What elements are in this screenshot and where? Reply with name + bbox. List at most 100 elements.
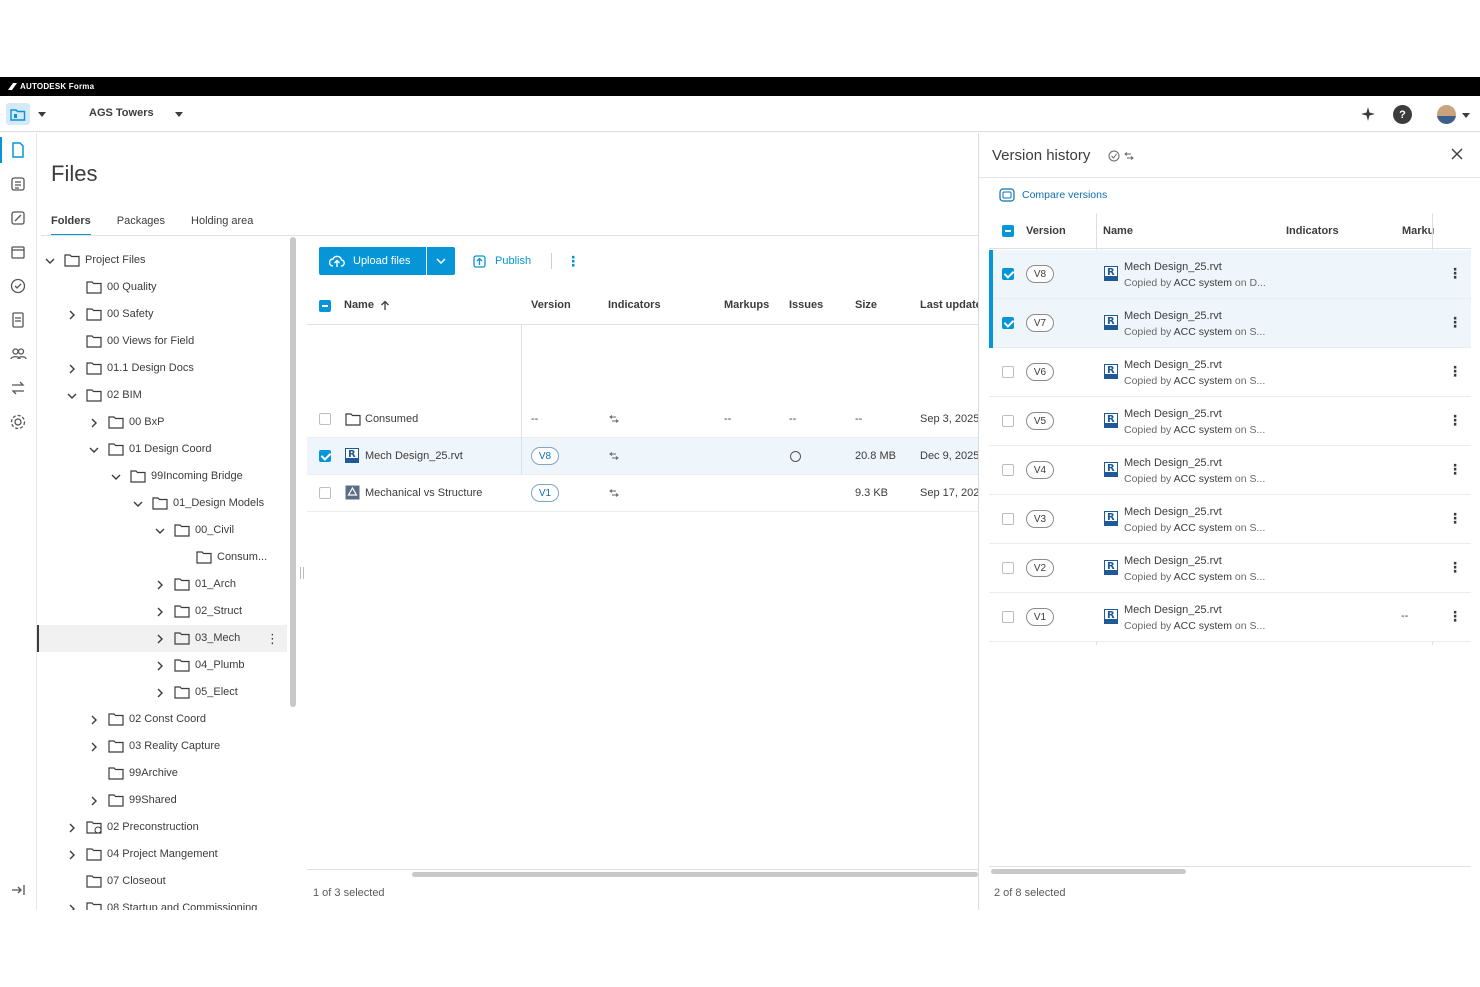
tree-item[interactable]: Project Files: [37, 247, 287, 274]
version-badge[interactable]: V4: [1026, 461, 1054, 479]
chevron-right-icon[interactable]: [154, 687, 166, 699]
version-badge[interactable]: V7: [1026, 314, 1054, 332]
version-file-name[interactable]: Mech Design_25.rvt: [1124, 506, 1222, 518]
version-more-icon[interactable]: ⋮: [1448, 265, 1462, 282]
tree-item[interactable]: 99Shared: [37, 787, 287, 814]
table-row[interactable]: R Mech Design_25.rvt V8 20.8 MB Dec 9, 2…: [307, 438, 979, 475]
chevron-right-icon[interactable]: [154, 633, 166, 645]
chevron-right-icon[interactable]: [88, 714, 100, 726]
project-selector[interactable]: AGS Towers: [89, 107, 154, 119]
version-row[interactable]: V6 R Mech Design_25.rvt Copied by ACC syste…: [989, 348, 1471, 397]
tab-folders[interactable]: Folders: [51, 215, 91, 236]
version-file-name[interactable]: Mech Design_25.rvt: [1124, 457, 1222, 469]
version-checkbox[interactable]: [1002, 317, 1014, 329]
version-more-icon[interactable]: ⋮: [1448, 559, 1462, 576]
tree-item[interactable]: 00_Civil: [37, 517, 287, 544]
version-file-name[interactable]: Mech Design_25.rvt: [1124, 408, 1222, 420]
chevron-down-icon[interactable]: [110, 471, 122, 483]
version-row[interactable]: V4 R Mech Design_25.rvt Copied by ACC syste…: [989, 446, 1471, 495]
version-badge[interactable]: V8: [531, 447, 559, 465]
version-row[interactable]: V1 R Mech Design_25.rvt Copied by ACC syste…: [989, 593, 1471, 642]
version-file-name[interactable]: Mech Design_25.rvt: [1124, 555, 1222, 567]
chevron-down-icon[interactable]: [44, 255, 56, 267]
tree-item[interactable]: 00 BxP: [37, 409, 287, 436]
tree-item[interactable]: 00 Quality: [37, 274, 287, 301]
chevron-right-icon[interactable]: [66, 822, 78, 834]
column-name[interactable]: Name: [1103, 225, 1133, 237]
upload-files-button[interactable]: Upload files: [319, 247, 426, 275]
expand-rail-icon[interactable]: [9, 881, 27, 899]
version-badge[interactable]: V3: [1026, 510, 1054, 528]
files-horizontal-scrollbar[interactable]: [307, 869, 978, 877]
tree-item[interactable]: 03 Reality Capture: [37, 733, 287, 760]
files-icon[interactable]: [9, 141, 27, 159]
tree-item[interactable]: 04 Project Mangement: [37, 841, 287, 868]
version-more-icon[interactable]: ⋮: [1448, 608, 1462, 625]
more-actions-icon[interactable]: ⋮: [566, 253, 580, 270]
tree-item[interactable]: 01_Arch: [37, 571, 287, 598]
pane-resize-handle[interactable]: [300, 567, 304, 579]
reviews-icon[interactable]: [9, 209, 27, 227]
chevron-right-icon[interactable]: [66, 363, 78, 375]
version-more-icon[interactable]: ⋮: [1448, 314, 1462, 331]
version-row[interactable]: V8 R Mech Design_25.rvt Copied by ACC syste…: [989, 250, 1471, 299]
table-row[interactable]: Mechanical vs Structure V1 9.3 KB Sep 17…: [307, 475, 985, 512]
app-switcher-chevron-icon[interactable]: [38, 112, 46, 117]
tree-item[interactable]: 01 Design Coord: [37, 436, 287, 463]
tree-item[interactable]: 02 BIM: [37, 382, 287, 409]
version-checkbox[interactable]: [1002, 513, 1014, 525]
version-file-name[interactable]: Mech Design_25.rvt: [1124, 604, 1222, 616]
project-chevron-icon[interactable]: [175, 112, 183, 117]
version-checkbox[interactable]: [1002, 562, 1014, 574]
tree-item[interactable]: 02_Struct: [37, 598, 287, 625]
table-row[interactable]: Consumed -- -- -- -- Sep 3, 2025: [307, 401, 979, 438]
row-checkbox[interactable]: [319, 413, 331, 425]
tree-item[interactable]: 08 Startup and Commissioning: [37, 895, 287, 910]
close-icon[interactable]: [1450, 147, 1464, 161]
issue-status-icon[interactable]: [790, 451, 801, 462]
chevron-right-icon[interactable]: [88, 741, 100, 753]
column-indicators[interactable]: Indicators: [1286, 225, 1339, 237]
tree-item[interactable]: 05_Elect: [37, 679, 287, 706]
version-more-icon[interactable]: ⋮: [1448, 461, 1462, 478]
version-checkbox[interactable]: [1002, 611, 1014, 623]
column-name[interactable]: Name: [344, 299, 374, 311]
versions-horizontal-scrollbar[interactable]: [989, 866, 1471, 874]
sparkle-icon[interactable]: [1360, 106, 1376, 122]
tree-item[interactable]: 01.1 Design Docs: [37, 355, 287, 382]
version-checkbox[interactable]: [1002, 366, 1014, 378]
version-row[interactable]: V7 R Mech Design_25.rvt Copied by ACC syste…: [989, 299, 1471, 348]
version-file-name[interactable]: Mech Design_25.rvt: [1124, 359, 1222, 371]
tab-packages[interactable]: Packages: [117, 215, 165, 235]
chevron-down-icon[interactable]: [88, 444, 100, 456]
transmittals-icon[interactable]: [9, 243, 27, 261]
version-file-name[interactable]: Mech Design_25.rvt: [1124, 261, 1222, 273]
version-row[interactable]: V5 R Mech Design_25.rvt Copied by ACC syste…: [989, 397, 1471, 446]
version-checkbox[interactable]: [1002, 268, 1014, 280]
user-menu-chevron-icon[interactable]: [1462, 113, 1470, 118]
issues-icon[interactable]: [9, 277, 27, 295]
scrollbar-thumb[interactable]: [412, 872, 978, 877]
row-checkbox[interactable]: [319, 450, 331, 462]
tree-scrollbar[interactable]: [290, 237, 296, 707]
tree-item[interactable]: 02 Const Coord: [37, 706, 287, 733]
sort-ascending-icon[interactable]: [380, 300, 390, 311]
settings-icon[interactable]: [9, 413, 27, 431]
version-checkbox[interactable]: [1002, 415, 1014, 427]
file-name[interactable]: Mechanical vs Structure: [365, 487, 482, 499]
version-more-icon[interactable]: ⋮: [1448, 510, 1462, 527]
version-badge[interactable]: V6: [1026, 363, 1054, 381]
tree-item[interactable]: 03_Mech ⋮: [37, 625, 287, 652]
tree-item[interactable]: 07 Closeout: [37, 868, 287, 895]
version-badge[interactable]: V8: [1026, 265, 1054, 283]
column-version[interactable]: Version: [531, 299, 571, 311]
version-row[interactable]: V3 R Mech Design_25.rvt Copied by ACC syste…: [989, 495, 1471, 544]
compare-versions-button[interactable]: Compare versions: [999, 188, 1107, 202]
scrollbar-thumb[interactable]: [991, 869, 1186, 874]
version-more-icon[interactable]: ⋮: [1448, 412, 1462, 429]
column-markups[interactable]: Markups: [724, 299, 769, 311]
upload-options-button[interactable]: [427, 247, 455, 275]
user-avatar[interactable]: [1437, 105, 1456, 124]
chevron-right-icon[interactable]: [66, 849, 78, 861]
tab-holding-area[interactable]: Holding area: [191, 215, 253, 235]
